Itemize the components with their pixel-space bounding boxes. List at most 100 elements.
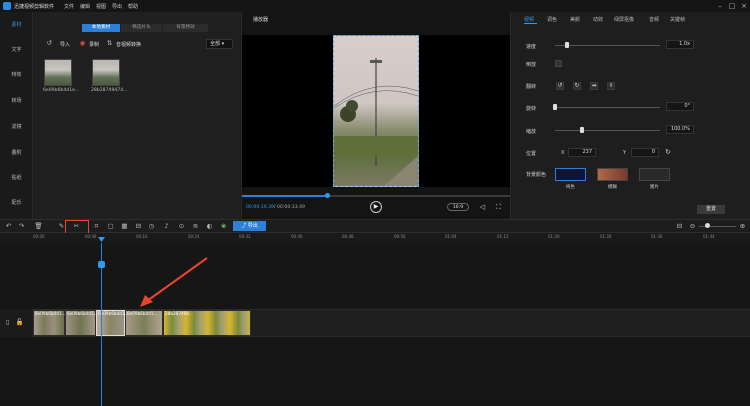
nav-item-overlay[interactable]: 叠附: [0, 142, 33, 164]
minimize-icon[interactable]: –: [715, 1, 725, 11]
media-thumb-2[interactable]: [92, 59, 120, 86]
rotate-slider-knob[interactable]: [553, 104, 557, 110]
tab-audio[interactable]: 音频: [649, 16, 659, 23]
track-lock-icon[interactable]: 🔓: [15, 318, 24, 327]
media-thumb-1[interactable]: [44, 59, 72, 86]
scale-value[interactable]: 100.0%: [666, 125, 694, 134]
clip-label: 6e09b6b4d1...: [127, 311, 158, 316]
crop-icon[interactable]: ⌗: [92, 222, 101, 231]
fit-icon[interactable]: ⊟: [675, 222, 684, 231]
nav-item-effects[interactable]: 特效: [0, 64, 33, 86]
nav-item-text[interactable]: 文字: [0, 39, 33, 61]
nav-item-media[interactable]: 素材: [0, 14, 33, 36]
convert-button[interactable]: 音视频转换: [116, 41, 141, 48]
audio-icon[interactable]: ≋: [191, 222, 200, 231]
import-icon[interactable]: ↺: [45, 39, 54, 48]
preview-video-frame[interactable]: [333, 35, 419, 187]
bg-blur-swatch[interactable]: [597, 168, 628, 181]
properties-panel: [512, 12, 750, 219]
convert-icon[interactable]: ⇅: [105, 39, 114, 48]
position-x-input[interactable]: 237: [568, 148, 596, 157]
reset-button[interactable]: 重置: [697, 205, 725, 214]
chroma-icon[interactable]: ❀: [219, 222, 228, 231]
app-title: 迅捷视频剪辑软件: [14, 4, 55, 10]
tab-video[interactable]: 视频: [524, 16, 534, 23]
bg-solid-swatch[interactable]: [555, 168, 586, 181]
import-button[interactable]: 导入: [60, 41, 70, 48]
ruler-tick: 00:56: [394, 234, 406, 239]
tab-underline: [524, 23, 537, 24]
playhead-handle[interactable]: [98, 261, 105, 268]
speed-icon[interactable]: ⊙: [177, 222, 186, 231]
tab-beauty[interactable]: 美颜: [570, 16, 580, 23]
tab-chroma-key[interactable]: 绿屏抠像: [614, 16, 634, 23]
tab-keyframe[interactable]: 关键帧: [670, 16, 685, 23]
rotate-value[interactable]: 0°: [666, 102, 694, 111]
record-button[interactable]: 录制: [89, 41, 99, 48]
position-label: 位置: [526, 151, 537, 157]
zoom-slider-knob[interactable]: [705, 223, 710, 228]
rotate-slider[interactable]: [555, 107, 660, 108]
speed-value[interactable]: 1.0x: [666, 40, 694, 49]
menu-help[interactable]: 帮助: [128, 3, 138, 10]
close-icon[interactable]: ×: [739, 1, 749, 11]
nav-item-music[interactable]: 配乐: [0, 192, 33, 214]
undo-icon[interactable]: ↶: [4, 222, 13, 231]
volume-icon[interactable]: ◁: [478, 203, 487, 212]
position-y-input[interactable]: 0: [631, 148, 659, 157]
reset-position-icon[interactable]: ↻: [663, 147, 673, 157]
speed-slider-knob[interactable]: [565, 42, 569, 48]
filter-select[interactable]: 全部 ▾: [206, 39, 233, 49]
ruler-tick: 00:48: [342, 234, 354, 239]
flip-vertical-icon[interactable]: ⇳: [607, 82, 615, 90]
progress-fill: [242, 195, 328, 197]
fullscreen-icon[interactable]: ⛶: [494, 203, 503, 212]
menu-export[interactable]: 导出: [112, 3, 122, 10]
time-ruler[interactable]: [0, 233, 750, 243]
delete-icon[interactable]: 🗑: [34, 222, 43, 231]
freeze-icon[interactable]: ▢: [106, 222, 115, 231]
tab-color[interactable]: 调色: [547, 16, 557, 23]
bg-color-label: 背景颜色: [526, 172, 547, 178]
speed-slider[interactable]: [555, 45, 660, 46]
nav-item-filter[interactable]: 滤镜: [0, 116, 33, 138]
color-icon[interactable]: ◐: [205, 222, 214, 231]
tab-bg-effects[interactable]: 背景特效: [163, 24, 208, 32]
subtitle-icon[interactable]: ⊟: [134, 222, 143, 231]
ruler-tick: 00:16: [136, 234, 148, 239]
menu-file[interactable]: 文件: [64, 3, 74, 10]
track-video-icon[interactable]: ▯: [3, 318, 12, 327]
menu-view[interactable]: 视图: [96, 3, 106, 10]
menu-edit[interactable]: 编辑: [80, 3, 90, 10]
position-x-label: X: [561, 150, 565, 156]
tab-motion[interactable]: 动效: [593, 16, 603, 23]
rotate-left-icon[interactable]: ↺: [556, 82, 564, 90]
redo-icon[interactable]: ↷: [17, 222, 26, 231]
ruler-tick: 01:28: [600, 234, 612, 239]
tab-intros[interactable]: 精选片头: [121, 24, 162, 32]
export-button[interactable]: ⤴ 导出: [233, 221, 266, 231]
aspect-ratio-select[interactable]: 16:9: [447, 203, 469, 211]
rotate-right-icon[interactable]: ↻: [573, 82, 581, 90]
progress-knob[interactable]: [325, 193, 330, 198]
duration-icon[interactable]: ◷: [147, 222, 156, 231]
bg-blur-label: 模糊: [608, 185, 617, 190]
scale-slider-knob[interactable]: [580, 127, 584, 133]
tab-local-media[interactable]: 本地素材: [82, 24, 120, 32]
zoom-out-icon[interactable]: ⊖: [688, 222, 697, 231]
bg-image-swatch[interactable]: [639, 168, 670, 181]
reverse-checkbox[interactable]: [555, 60, 562, 67]
record-icon[interactable]: ◉: [78, 39, 87, 48]
reverse-label: 倒放: [526, 62, 537, 68]
mosaic-icon[interactable]: ▦: [120, 222, 129, 231]
mic-icon[interactable]: ♪: [162, 222, 171, 231]
scale-slider[interactable]: [555, 130, 660, 131]
flip-horizontal-icon[interactable]: ⇹: [590, 82, 598, 90]
ruler-tick: 00:40: [291, 234, 303, 239]
maximize-icon[interactable]: □: [727, 1, 737, 11]
nav-item-sticker[interactable]: 贴纸: [0, 167, 33, 189]
rotate-label: 旋转: [526, 106, 537, 112]
nav-item-transition[interactable]: 转场: [0, 90, 33, 112]
zoom-in-icon[interactable]: ⊕: [738, 222, 747, 231]
play-button[interactable]: ▶: [370, 201, 382, 213]
